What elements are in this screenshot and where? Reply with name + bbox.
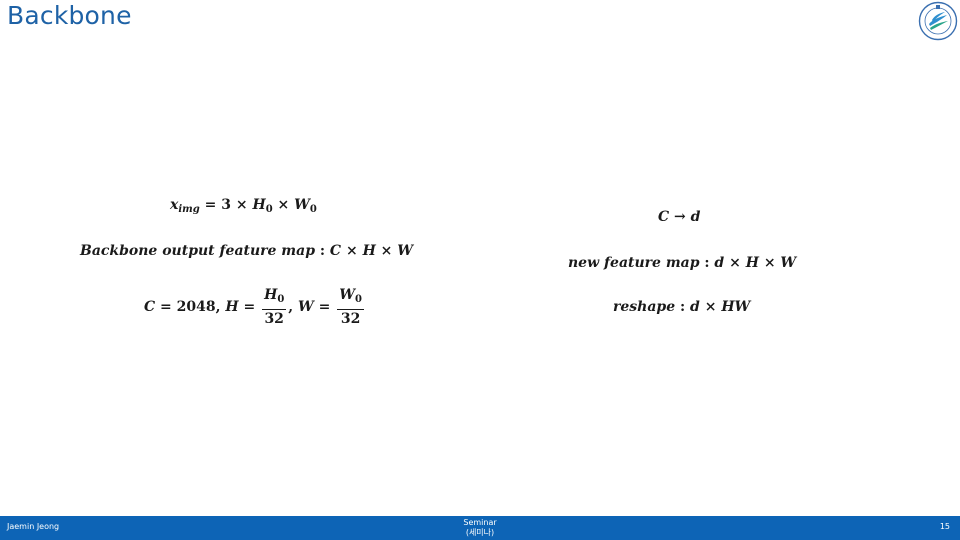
- times: ×: [704, 299, 717, 315]
- times: ×: [380, 243, 393, 259]
- footer-seminar-line1: Seminar: [463, 518, 497, 527]
- var-d: d: [714, 255, 725, 271]
- denominator-32: 32: [340, 311, 361, 327]
- times: ×: [763, 255, 776, 271]
- times: ×: [277, 197, 290, 213]
- label-new-feature-map: new feature map: [568, 255, 700, 271]
- var-w: W: [397, 243, 414, 259]
- var-w: W: [339, 287, 355, 303]
- const-3: 3: [221, 197, 231, 213]
- var-c: C: [658, 209, 670, 225]
- colon: :: [319, 243, 326, 259]
- var-d: d: [690, 209, 701, 225]
- fraction-h: H0 32: [262, 287, 287, 327]
- equals: =: [204, 197, 217, 213]
- university-emblem-icon: [918, 1, 958, 41]
- var-w: W: [298, 299, 314, 315]
- footer-bar: Jaemin Jeong Seminar (세미나) 15: [0, 516, 960, 540]
- footer-author: Jaemin Jeong: [7, 522, 60, 531]
- var-h: H: [264, 287, 278, 303]
- sub-img: img: [178, 204, 200, 215]
- sub-0: 0: [309, 204, 317, 215]
- var-h: H: [745, 255, 759, 271]
- footer-seminar-line2: (세미나): [465, 528, 495, 537]
- colon: :: [680, 299, 686, 315]
- comma: ,: [215, 299, 221, 315]
- fraction-w: W0 32: [337, 287, 364, 327]
- formula-reshape: reshape : d × HW: [613, 299, 750, 315]
- var-c: C: [329, 243, 342, 259]
- times: ×: [345, 243, 358, 259]
- sub-0: 0: [277, 294, 285, 305]
- times: ×: [729, 255, 741, 271]
- sub-0: 0: [265, 204, 273, 215]
- equals: =: [318, 299, 331, 315]
- equals: =: [243, 299, 256, 315]
- equals: =: [160, 299, 172, 315]
- formula-dimensions: C = 2048, H = H0 32 , W = W0 32: [144, 287, 366, 327]
- comma: ,: [288, 299, 294, 315]
- value-2048: 2048: [176, 299, 216, 315]
- var-h: H: [225, 299, 239, 315]
- label-reshape: reshape: [613, 299, 676, 315]
- footer-seminar: Seminar (세미나): [440, 518, 520, 538]
- var-h: H: [252, 197, 266, 213]
- var-w: W: [780, 255, 797, 271]
- formula-projection: C → d: [658, 209, 700, 225]
- formula-backbone-output: Backbone output feature map : C × H × W: [80, 243, 413, 259]
- var-c: C: [144, 299, 156, 315]
- var-h: H: [362, 243, 376, 259]
- colon: :: [704, 255, 710, 271]
- page-number: 15: [939, 522, 950, 531]
- var-w: W: [294, 197, 310, 213]
- label-backbone-output: Backbone output feature map: [80, 243, 315, 259]
- var-hw: HW: [721, 299, 751, 315]
- var-d: d: [690, 299, 700, 315]
- formula-new-feature-map: new feature map : d × H × W: [568, 255, 796, 271]
- arrow-right-icon: →: [674, 209, 686, 225]
- slide-title: Backbone: [7, 1, 132, 30]
- sub-0: 0: [354, 294, 362, 305]
- denominator-32: 32: [264, 311, 284, 327]
- formula-input-image-shape: ximg = 3 × H0 × W0: [170, 197, 317, 215]
- times: ×: [235, 197, 248, 213]
